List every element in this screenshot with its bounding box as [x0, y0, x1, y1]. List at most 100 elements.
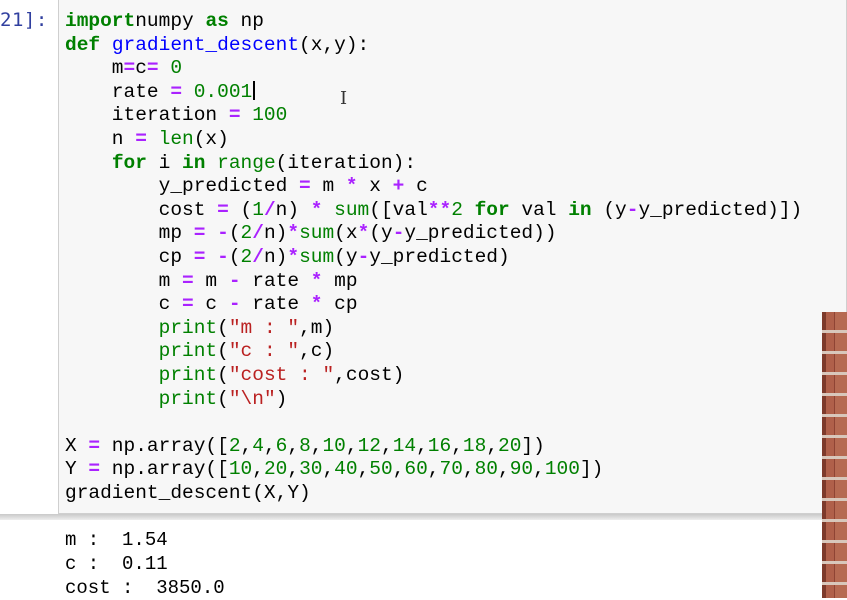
code-line: ​: [65, 411, 802, 435]
code-token: ,: [357, 458, 370, 481]
output-line: m : 1.54: [65, 529, 168, 551]
code-token: 20: [498, 434, 522, 457]
code-token: -: [217, 222, 229, 245]
code-token: gradient_descent(X,Y): [65, 481, 311, 504]
code-token: 50: [369, 458, 393, 481]
code-token: =: [88, 458, 101, 481]
code-token: =: [146, 57, 159, 80]
code-token: iteration: [65, 104, 229, 127]
code-token: print: [158, 387, 218, 410]
code-token: range: [217, 151, 276, 174]
code-token: mp: [322, 269, 358, 292]
output-line: cost : 3850.0: [65, 577, 225, 599]
code-line: cost = (1/n) * sum([val**2 for val in (y…: [65, 198, 803, 223]
code-token: mp: [65, 222, 194, 245]
code-token: (: [217, 316, 229, 339]
code-token: for: [474, 198, 510, 221]
code-token: m: [310, 175, 346, 198]
code-line: for i in range(iteration):: [65, 152, 802, 176]
code-token: 100: [544, 458, 580, 481]
code-token: import: [65, 10, 136, 32]
code-token: =: [135, 127, 147, 150]
code-token: ,: [240, 434, 253, 457]
i-beam-cursor-icon: I: [340, 88, 348, 109]
code-token: in: [182, 151, 206, 174]
code-editor[interactable]: importnumpy as np def gradient_descent(x,…: [65, 10, 802, 505]
code-token: ,: [345, 434, 358, 457]
code-token: 14: [392, 434, 417, 457]
code-token: 80: [474, 458, 499, 481]
code-line: gradient_descent(X,Y): [65, 482, 802, 506]
code-token: (iteration):: [275, 151, 417, 174]
code-cell[interactable]: importnumpy as np def gradient_descent(x,…: [58, 0, 847, 514]
code-token: (: [217, 363, 229, 386]
code-token: ,: [263, 434, 276, 457]
code-token: c: [65, 293, 183, 316]
code-token: n): [263, 222, 288, 245]
code-token: =: [182, 269, 194, 292]
code-token: 30: [299, 458, 323, 481]
code-token: c: [135, 57, 147, 80]
code-token: -: [217, 245, 229, 268]
code-line: print("\n"): [65, 388, 802, 412]
code-token: /: [252, 222, 264, 245]
code-token: -: [392, 222, 405, 245]
code-token: (y: [334, 245, 358, 268]
code-token: 1: [252, 198, 264, 221]
code-token: sum: [334, 198, 370, 221]
code-line: m=c= 0: [65, 57, 802, 81]
code-token: n: [65, 127, 136, 150]
code-token: n): [263, 245, 288, 268]
code-token: -: [228, 269, 241, 292]
code-token: -: [626, 198, 639, 221]
code-token: y_predicted)): [404, 222, 557, 245]
code-token: ,: [252, 458, 264, 481]
code-token: =: [170, 80, 183, 103]
code-line: c = c - rate * cp: [65, 293, 802, 317]
code-token: 70: [439, 458, 463, 481]
code-token: 100: [252, 104, 288, 127]
cell-prompt: 21]:: [0, 9, 48, 31]
code-line: n = len(x): [65, 128, 802, 152]
code-line: cp = -(2/n)*sum(y-y_predicted): [65, 246, 802, 270]
code-token: +: [392, 175, 405, 198]
code-line: rate = 0.001: [65, 80, 802, 105]
code-line: y_predicted = m * x + c: [65, 175, 802, 199]
code-token: *: [287, 245, 300, 268]
code-token: Y: [65, 458, 89, 481]
code-token: *: [357, 222, 370, 245]
code-token: 10: [322, 434, 346, 457]
code-token: 2: [451, 198, 463, 221]
code-token: =: [217, 198, 229, 221]
code-line: X = np.array([2,4,6,8,10,12,14,16,18,20]…: [65, 435, 802, 459]
code-token: *: [310, 198, 323, 221]
code-token: rate: [240, 293, 311, 316]
code-token: len: [158, 127, 194, 150]
code-token: ,: [486, 434, 499, 457]
code-line: def gradient_descent(x,y):: [65, 34, 802, 58]
code-token: =: [193, 222, 206, 245]
code-token: print: [158, 340, 218, 363]
code-token: ,: [392, 458, 405, 481]
code-token: -: [228, 293, 241, 316]
code-token: ): [275, 387, 288, 410]
code-token: =: [193, 245, 206, 268]
code-token: y_predicted): [369, 245, 510, 268]
code-line: print("cost : ",cost): [65, 364, 802, 388]
code-token: sum: [299, 222, 335, 245]
text-cursor: [253, 80, 255, 100]
code-line: iteration = 100: [65, 104, 802, 128]
code-line: m = m - rate * mp: [65, 270, 802, 294]
code-token: ]): [579, 458, 604, 481]
code-token: (y: [369, 222, 393, 245]
code-token: 6: [275, 434, 288, 457]
code-token: np: [228, 10, 264, 32]
